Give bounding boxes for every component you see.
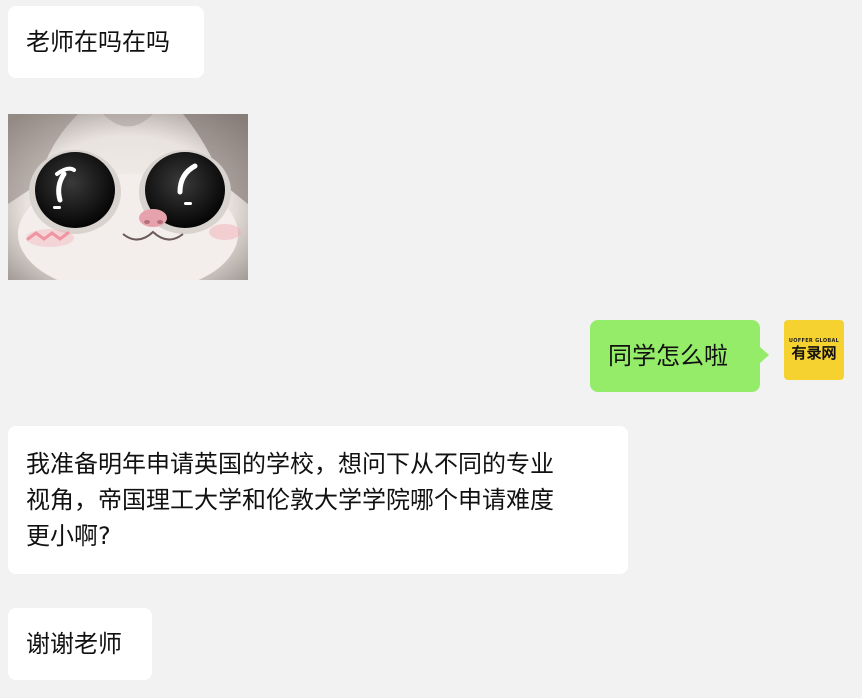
message-bubble-left[interactable]: 我准备明年申请英国的学校，想问下从不同的专业 视角，帝国理工大学和伦敦大学学院哪…: [8, 426, 628, 574]
cat-sticker-image[interactable]: [8, 114, 248, 280]
avatar[interactable]: UOFFER GLOBAL 有录网: [784, 320, 844, 380]
message-text: 老师在吗在吗: [26, 28, 170, 56]
message-text: 谢谢老师: [26, 630, 122, 658]
message-text: 我准备明年申请英国的学校，想问下从不同的专业 视角，帝国理工大学和伦敦大学学院哪…: [26, 450, 554, 550]
message-bubble-left[interactable]: 老师在吗在吗: [8, 6, 204, 78]
cat-icon: [8, 114, 248, 280]
avatar-brand-name: 有录网: [791, 343, 837, 362]
message-text: 同学怎么啦: [608, 342, 728, 370]
message-bubble-left[interactable]: 谢谢老师: [8, 608, 152, 680]
message-bubble-right[interactable]: 同学怎么啦: [590, 320, 769, 392]
